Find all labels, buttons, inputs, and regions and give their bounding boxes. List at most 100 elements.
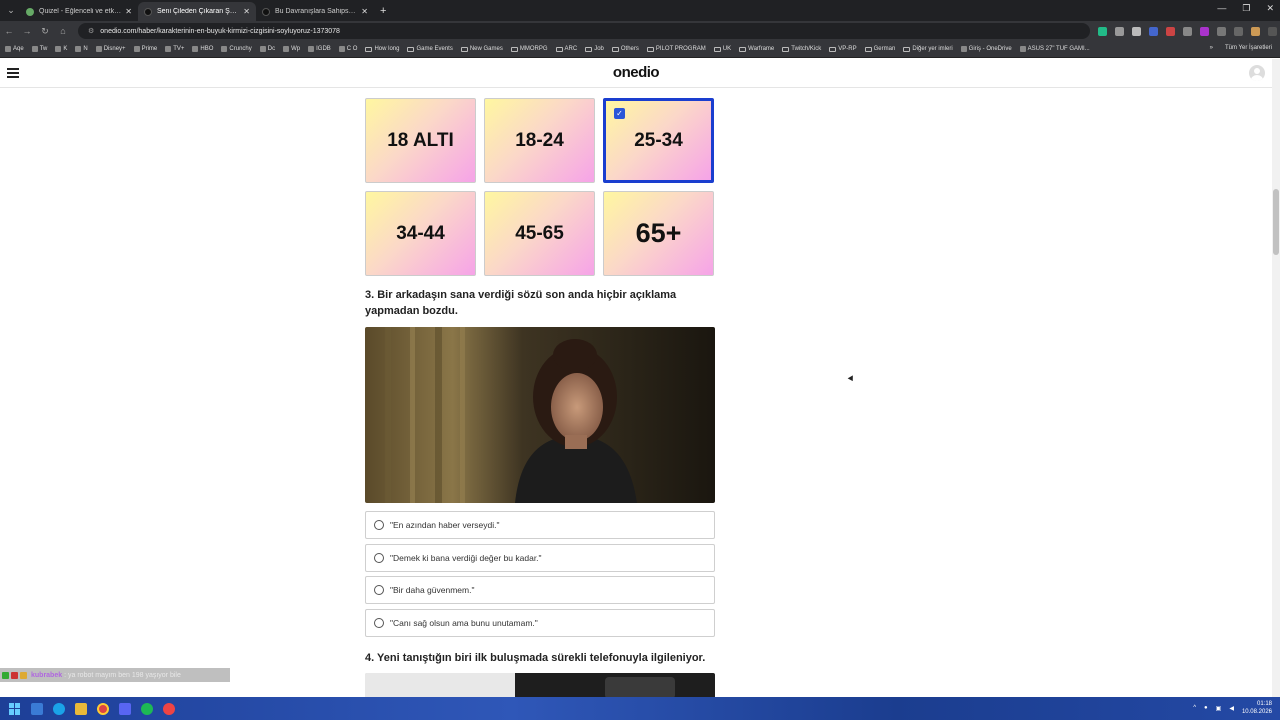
bookmark-item[interactable]: Aqe bbox=[5, 46, 24, 52]
bookmark-item[interactable]: PILOT PROGRAM bbox=[646, 46, 706, 52]
restore-icon[interactable]: ❐ bbox=[1242, 3, 1250, 14]
user-avatar-icon[interactable] bbox=[1249, 65, 1265, 81]
age-option[interactable]: 45-65 bbox=[484, 191, 595, 276]
discord-icon[interactable] bbox=[119, 702, 131, 715]
bookmark-item[interactable]: N bbox=[75, 46, 88, 52]
question-3-title: 3. Bir arkadaşın sana verdiği sözü son a… bbox=[365, 289, 677, 317]
clock[interactable]: 01:18 10.08.2026 bbox=[1242, 700, 1272, 716]
bookmark-item[interactable]: Diğer yer imleri bbox=[903, 46, 953, 52]
bookmark-item[interactable]: K bbox=[55, 46, 67, 52]
close-tab-icon[interactable]: ✕ bbox=[243, 7, 250, 16]
spotify-icon[interactable] bbox=[141, 702, 153, 715]
bookmark-item[interactable]: Others bbox=[611, 46, 639, 52]
answer-option[interactable]: "Bir daha güvenmem." bbox=[365, 576, 715, 604]
bookmark-item[interactable]: MMORPG bbox=[510, 46, 548, 52]
bookmark-item[interactable]: Disney+ bbox=[95, 46, 126, 52]
star-icon[interactable] bbox=[1132, 26, 1141, 36]
network-icon[interactable]: ▣ bbox=[1216, 705, 1222, 712]
puzzle-icon[interactable] bbox=[1217, 26, 1226, 36]
extension-icon[interactable] bbox=[1183, 26, 1192, 36]
answer-option[interactable]: "Canı sağ olsun ama bunu unutamam." bbox=[365, 608, 715, 637]
close-tab-icon[interactable]: ✕ bbox=[361, 7, 368, 16]
age-option[interactable]: 34-44 bbox=[365, 191, 476, 276]
home-icon[interactable]: ⌂ bbox=[54, 26, 72, 36]
new-tab-icon[interactable]: + bbox=[380, 5, 386, 17]
page-scrollbar[interactable] bbox=[1272, 59, 1280, 697]
bookmark-item[interactable]: Twitch/Kick bbox=[782, 46, 821, 52]
translate-icon[interactable] bbox=[1098, 26, 1107, 36]
bookmark-label: Giriş - OneDrive bbox=[968, 46, 1012, 52]
forward-icon[interactable]: → bbox=[18, 26, 36, 36]
bookmark-item[interactable]: IGDB bbox=[308, 46, 331, 52]
volume-icon[interactable]: ◀ bbox=[1229, 705, 1234, 712]
radio-icon[interactable] bbox=[374, 585, 384, 595]
bookmark-item[interactable]: C O bbox=[338, 46, 357, 52]
chrome-icon[interactable] bbox=[97, 702, 109, 715]
windows-taskbar: ^ ● ▣ ◀ 01:18 10.08.2026 bbox=[0, 697, 1280, 720]
bookmark-item[interactable]: UK bbox=[713, 46, 731, 52]
bookmark-item[interactable]: HBO bbox=[192, 46, 213, 52]
tab-quizel[interactable]: Quizel - Eğlenceli ve etkileşimli ✕ bbox=[20, 2, 138, 21]
bookmark-item[interactable]: Prime bbox=[133, 46, 157, 52]
bookmark-item[interactable]: New Games bbox=[460, 46, 503, 52]
question-3-options: "En azından haber verseydi." "Demek ki b… bbox=[365, 511, 715, 641]
edge-icon[interactable] bbox=[31, 702, 43, 715]
extension-icon[interactable] bbox=[1200, 26, 1209, 36]
site-logo[interactable]: onedio bbox=[0, 64, 1272, 81]
bookmark-item[interactable]: TV+ bbox=[165, 46, 184, 52]
minimize-icon[interactable]: — bbox=[1217, 3, 1226, 14]
bookmark-favicon-icon bbox=[1019, 46, 1026, 52]
bookmark-item[interactable]: Dc bbox=[259, 46, 275, 52]
folder-icon bbox=[739, 46, 747, 52]
radio-icon[interactable] bbox=[374, 617, 384, 628]
bookmark-item[interactable]: ASUS 27" TUF GAMI... bbox=[1019, 46, 1090, 52]
back-icon[interactable]: ← bbox=[0, 26, 18, 36]
all-bookmarks[interactable]: » Tüm Yer İşaretleri bbox=[1209, 45, 1272, 51]
bookmark-item[interactable]: Wp bbox=[283, 46, 300, 52]
extension-icon[interactable] bbox=[1166, 26, 1175, 36]
windows-start-icon[interactable] bbox=[9, 702, 21, 715]
age-option[interactable]: 18 ALTI bbox=[365, 98, 476, 183]
extension-icon[interactable] bbox=[1149, 26, 1158, 36]
radio-icon[interactable] bbox=[374, 520, 384, 530]
bookmark-item[interactable]: Game Events bbox=[407, 46, 453, 52]
tab-search-icon[interactable]: ⌄ bbox=[2, 2, 20, 20]
close-window-icon[interactable]: ✕ bbox=[1266, 3, 1274, 14]
sidebar-icon[interactable] bbox=[1234, 26, 1243, 36]
url-bar[interactable]: ⚙ onedio.com/haber/karakterinin-en-buyuk… bbox=[78, 23, 1090, 39]
answer-option[interactable]: "Demek ki bana verdiği değer bu kadar." bbox=[365, 543, 715, 572]
age-option-selected[interactable]: ✓ 25-34 bbox=[603, 98, 714, 183]
age-option[interactable]: 18-24 bbox=[484, 98, 595, 183]
bookmark-item[interactable]: VP-RP bbox=[829, 46, 857, 52]
reload-icon[interactable]: ↻ bbox=[36, 26, 54, 37]
profile-icon[interactable] bbox=[1251, 26, 1260, 36]
bookmark-item[interactable]: Giriş - OneDrive bbox=[960, 46, 1012, 52]
bookmark-item[interactable]: Warframe bbox=[739, 46, 774, 52]
answer-option[interactable]: "En azından haber verseydi." bbox=[365, 511, 715, 539]
answer-text: "Bir daha güvenmem." bbox=[390, 585, 475, 595]
bookmark-item[interactable]: Job bbox=[585, 46, 604, 52]
bookmark-item[interactable]: How long bbox=[365, 46, 399, 52]
bookmark-label: Game Events bbox=[416, 46, 453, 52]
age-option[interactable]: 65+ bbox=[603, 191, 714, 276]
scrollbar-thumb[interactable] bbox=[1273, 189, 1279, 255]
bookmark-item[interactable]: German bbox=[864, 46, 895, 52]
bookmark-item[interactable]: Crunchy bbox=[221, 46, 252, 52]
radio-icon[interactable] bbox=[374, 552, 384, 563]
more-icon[interactable] bbox=[1268, 26, 1277, 36]
bookmark-item[interactable]: Tw bbox=[31, 46, 47, 52]
tab-onedio-2[interactable]: Bu Davranışlara Sahipsen Kalbin ✕ bbox=[256, 2, 374, 21]
browser-icon[interactable] bbox=[53, 702, 65, 715]
article-content: 18 ALTI 18-24 ✓ 25-34 34-44 45-65 65+ 3.… bbox=[0, 88, 1272, 697]
site-info-icon[interactable]: ⚙ bbox=[88, 27, 94, 35]
chevron-up-icon[interactable]: ^ bbox=[1193, 705, 1196, 711]
question-3-image bbox=[365, 327, 715, 503]
bookmark-item[interactable]: ARC bbox=[555, 46, 577, 52]
mic-icon[interactable]: ● bbox=[1204, 705, 1208, 711]
more-bookmarks-icon[interactable]: » bbox=[1210, 45, 1213, 51]
eye-off-icon[interactable] bbox=[1115, 26, 1124, 36]
close-tab-icon[interactable]: ✕ bbox=[125, 7, 132, 16]
tab-onedio-active[interactable]: Seni Çileden Çıkaran Şey Aslında ✕ bbox=[138, 2, 256, 21]
file-explorer-icon[interactable] bbox=[75, 702, 87, 715]
app-icon[interactable] bbox=[163, 702, 175, 715]
